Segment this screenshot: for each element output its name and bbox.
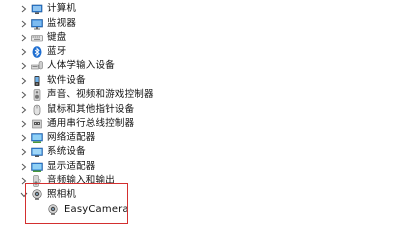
tree-item-label: 监视器	[47, 18, 77, 29]
keyboard-icon	[31, 32, 43, 44]
tree-item-label: 蓝牙	[47, 46, 67, 57]
usb-icon	[31, 118, 43, 130]
mouse-icon	[31, 104, 43, 116]
tree-item-label: 人体学输入设备	[47, 60, 115, 71]
tree-item-label: 系统设备	[47, 146, 86, 157]
system-device-icon	[31, 146, 43, 158]
chevron-right-icon[interactable]	[20, 88, 28, 102]
chevron-right-icon[interactable]	[20, 117, 28, 131]
chevron-right-icon[interactable]	[20, 74, 28, 88]
speaker-icon	[31, 89, 43, 101]
highlight-box	[25, 183, 128, 224]
hid-icon	[31, 60, 43, 72]
chevron-right-icon[interactable]	[20, 2, 28, 16]
chevron-right-icon[interactable]	[20, 131, 28, 145]
tree-item-label: 键盘	[47, 32, 67, 43]
tree-item-label: 软件设备	[47, 75, 86, 86]
chevron-right-icon[interactable]	[20, 59, 28, 73]
chevron-right-icon[interactable]	[20, 45, 28, 59]
tree-item-label: 计算机	[47, 3, 77, 14]
tree-item-label: 网络适配器	[47, 132, 96, 143]
display-adapter-icon	[31, 161, 43, 173]
chevron-right-icon[interactable]	[20, 145, 28, 159]
monitor-icon	[31, 18, 43, 30]
tree-item-label: 通用串行总线控制器	[47, 118, 135, 129]
chevron-right-icon[interactable]	[20, 160, 28, 174]
network-adapter-icon	[31, 132, 43, 144]
software-device-icon	[31, 75, 43, 87]
computer-icon	[31, 3, 43, 15]
chevron-right-icon[interactable]	[20, 103, 28, 117]
bluetooth-icon	[31, 46, 43, 58]
chevron-right-icon[interactable]	[20, 31, 28, 45]
tree-item-label: 显示适配器	[47, 161, 96, 172]
tree-item-label: 声音、视频和游戏控制器	[47, 89, 154, 100]
chevron-right-icon[interactable]	[20, 17, 28, 31]
tree-item-label: 鼠标和其他指针设备	[47, 104, 135, 115]
